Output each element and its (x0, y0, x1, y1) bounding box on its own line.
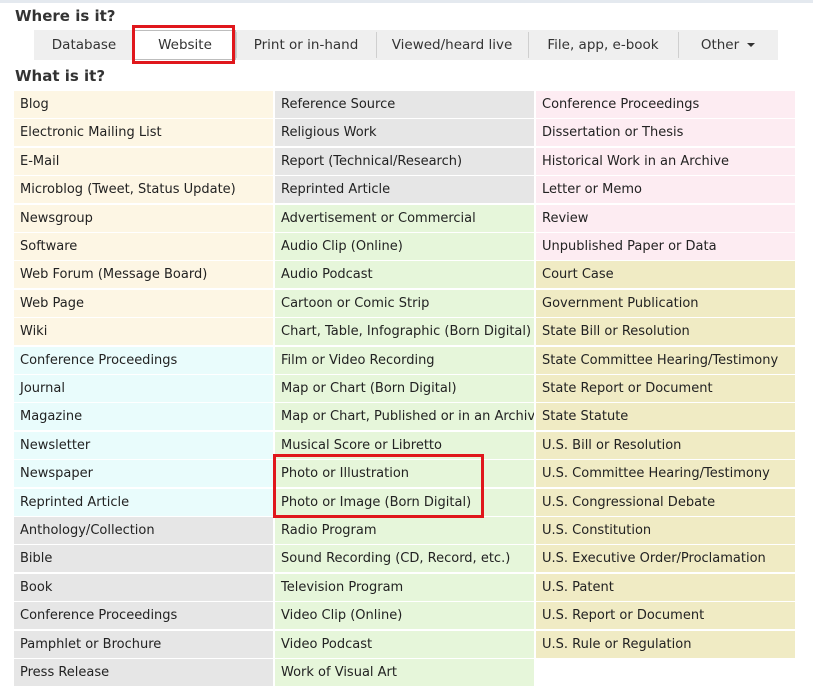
type-item[interactable]: Pamphlet or Brochure (14, 631, 273, 658)
where-heading: Where is it? (15, 7, 116, 25)
type-item[interactable]: Newsgroup (14, 205, 273, 232)
type-item[interactable]: Conference Proceedings (536, 91, 795, 118)
type-item[interactable]: Film or Video Recording (275, 347, 534, 374)
type-item[interactable]: Religious Work (275, 119, 534, 146)
type-item[interactable]: Radio Program (275, 517, 534, 544)
type-item[interactable]: Newspaper (14, 460, 273, 487)
tab-viewed-heard-live[interactable]: Viewed/heard live (376, 30, 528, 60)
tab-label: File, app, e-book (547, 37, 659, 53)
type-item[interactable]: Reprinted Article (14, 489, 273, 516)
type-item[interactable]: Advertisement or Commercial (275, 205, 534, 232)
type-item[interactable]: Book (14, 574, 273, 601)
type-item[interactable]: Letter or Memo (536, 176, 795, 203)
type-item[interactable]: Dissertation or Thesis (536, 119, 795, 146)
tab-database[interactable]: Database (34, 30, 134, 60)
tab-label: Website (158, 37, 212, 53)
type-item[interactable]: U.S. Bill or Resolution (536, 432, 795, 459)
tab-label: Viewed/heard live (391, 37, 513, 53)
type-item[interactable]: U.S. Committee Hearing/Testimony (536, 460, 795, 487)
type-item[interactable]: E-Mail (14, 148, 273, 175)
type-item[interactable]: Work of Visual Art (275, 659, 534, 686)
type-item[interactable]: U.S. Patent (536, 574, 795, 601)
type-item[interactable]: Reference Source (275, 91, 534, 118)
type-item[interactable]: State Bill or Resolution (536, 318, 795, 345)
tab-print-or-in-hand[interactable]: Print or in-hand (236, 30, 376, 60)
type-item[interactable]: Audio Clip (Online) (275, 233, 534, 260)
tab-label: Database (51, 37, 117, 53)
type-item[interactable]: Journal (14, 375, 273, 402)
type-item[interactable]: Wiki (14, 318, 273, 345)
type-item[interactable]: U.S. Executive Order/Proclamation (536, 545, 795, 572)
type-item[interactable]: State Report or Document (536, 375, 795, 402)
type-item[interactable]: Conference Proceedings (14, 347, 273, 374)
tab-label: Other (700, 37, 740, 53)
type-item[interactable]: Video Clip (Online) (275, 602, 534, 629)
type-item[interactable]: Reprinted Article (275, 176, 534, 203)
type-item[interactable]: U.S. Rule or Regulation (536, 631, 795, 658)
type-item[interactable]: Conference Proceedings (14, 602, 273, 629)
type-item[interactable]: Historical Work in an Archive (536, 148, 795, 175)
type-item[interactable]: Unpublished Paper or Data (536, 233, 795, 260)
type-item[interactable]: Map or Chart (Born Digital) (275, 375, 534, 402)
type-item[interactable]: Electronic Mailing List (14, 119, 273, 146)
top-divider (0, 0, 813, 3)
type-item[interactable]: State Committee Hearing/Testimony (536, 347, 795, 374)
type-item[interactable]: Court Case (536, 261, 795, 288)
type-item[interactable]: U.S. Report or Document (536, 602, 795, 629)
type-item[interactable]: State Statute (536, 403, 795, 430)
type-item[interactable]: U.S. Congressional Debate (536, 489, 795, 516)
tab-file-app-e-book[interactable]: File, app, e-book (528, 30, 678, 60)
type-item[interactable]: Photo or Illustration (275, 460, 534, 487)
type-item[interactable]: Sound Recording (CD, Record, etc.) (275, 545, 534, 572)
tab-website[interactable]: Website (134, 30, 236, 60)
type-item[interactable]: Web Page (14, 290, 273, 317)
type-item[interactable]: Microblog (Tweet, Status Update) (14, 176, 273, 203)
type-item[interactable]: Magazine (14, 403, 273, 430)
type-item[interactable]: Video Podcast (275, 631, 534, 658)
type-item[interactable]: Cartoon or Comic Strip (275, 290, 534, 317)
type-item[interactable]: Map or Chart, Published or in an Archive (275, 403, 534, 430)
tab-other[interactable]: Other (678, 30, 778, 60)
type-item[interactable]: Review (536, 205, 795, 232)
type-item[interactable]: Blog (14, 91, 273, 118)
type-item[interactable]: Newsletter (14, 432, 273, 459)
type-item[interactable]: Photo or Image (Born Digital) (275, 489, 534, 516)
type-item[interactable]: Report (Technical/Research) (275, 148, 534, 175)
type-item[interactable]: Musical Score or Libretto (275, 432, 534, 459)
type-item[interactable]: Television Program (275, 574, 534, 601)
type-item[interactable]: Government Publication (536, 290, 795, 317)
type-item[interactable]: Audio Podcast (275, 261, 534, 288)
type-item[interactable]: Web Forum (Message Board) (14, 261, 273, 288)
type-item[interactable]: Bible (14, 545, 273, 572)
tab-label: Print or in-hand (253, 37, 359, 53)
what-heading: What is it? (15, 67, 106, 85)
type-item[interactable]: Chart, Table, Infographic (Born Digital) (275, 318, 534, 345)
type-item[interactable]: Press Release (14, 659, 273, 686)
type-item[interactable]: U.S. Constitution (536, 517, 795, 544)
type-item[interactable]: Software (14, 233, 273, 260)
type-item[interactable]: Anthology/Collection (14, 517, 273, 544)
caret-down-icon (747, 43, 756, 47)
source-type-tabs: Database Website Print or in-hand Viewed/he… (34, 30, 778, 60)
